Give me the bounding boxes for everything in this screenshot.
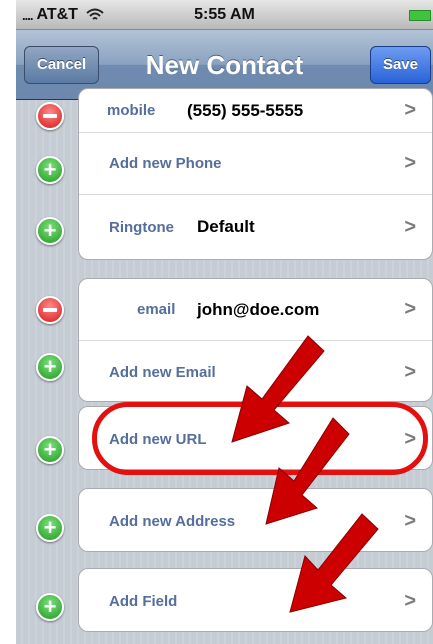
add-phone-label: Add new Phone [109, 155, 222, 172]
email-row[interactable]: email john@doe.com > [79, 279, 432, 341]
chevron-right-icon: > [404, 99, 416, 121]
ringtone-value: Default [197, 217, 255, 236]
add-address-plus-icon[interactable]: + [36, 514, 64, 542]
chevron-right-icon: > [404, 298, 416, 320]
mobile-row[interactable]: mobile (555) 555-5555 > [79, 89, 432, 133]
mobile-label: mobile [107, 102, 156, 119]
mobile-value: (555) 555-5555 [187, 100, 304, 120]
chevron-right-icon: > [404, 152, 416, 174]
annotation-highlight-ring [92, 402, 428, 475]
email-value: john@doe.com [197, 299, 320, 319]
battery-icon [409, 10, 431, 21]
delete-email-button[interactable] [36, 296, 64, 324]
delete-mobile-button[interactable] [36, 102, 64, 130]
ringtone-plus-icon[interactable]: + [36, 217, 64, 245]
add-phone-row[interactable]: Add new Phone > [79, 133, 432, 195]
add-field-plus-icon[interactable]: + [36, 593, 64, 621]
add-email-label: Add new Email [109, 363, 216, 381]
email-group: email john@doe.com > Add new Email > [78, 278, 433, 402]
add-phone-plus-icon[interactable]: + [36, 156, 64, 184]
chevron-right-icon: > [404, 360, 416, 383]
phone-group: mobile (555) 555-5555 > Add new Phone > … [78, 88, 433, 260]
save-button[interactable]: Save [369, 46, 431, 84]
add-address-row[interactable]: Add new Address > [79, 489, 432, 551]
email-label: email [137, 301, 176, 318]
status-bar: .... AT&T 5:55 AM [16, 0, 433, 30]
ringtone-row[interactable]: Ringtone Default > [79, 195, 432, 259]
chevron-right-icon: > [404, 215, 416, 238]
add-field-row[interactable]: Add Field > [79, 569, 432, 631]
add-address-label: Add new Address [109, 512, 236, 530]
add-email-row[interactable]: Add new Email > [79, 341, 432, 401]
add-field-group: Add Field > [78, 568, 433, 632]
chevron-right-icon: > [404, 509, 416, 532]
clock: 5:55 AM [194, 6, 255, 23]
contact-form: + + + + + + mobile (555) 555-5555 > Add … [16, 88, 433, 644]
address-group: Add new Address > [78, 488, 433, 552]
add-field-label: Add Field [109, 592, 178, 610]
add-url-plus-icon[interactable]: + [36, 436, 64, 464]
chevron-right-icon: > [404, 589, 416, 612]
ringtone-label: Ringtone [109, 218, 174, 236]
add-email-plus-icon[interactable]: + [36, 353, 64, 381]
